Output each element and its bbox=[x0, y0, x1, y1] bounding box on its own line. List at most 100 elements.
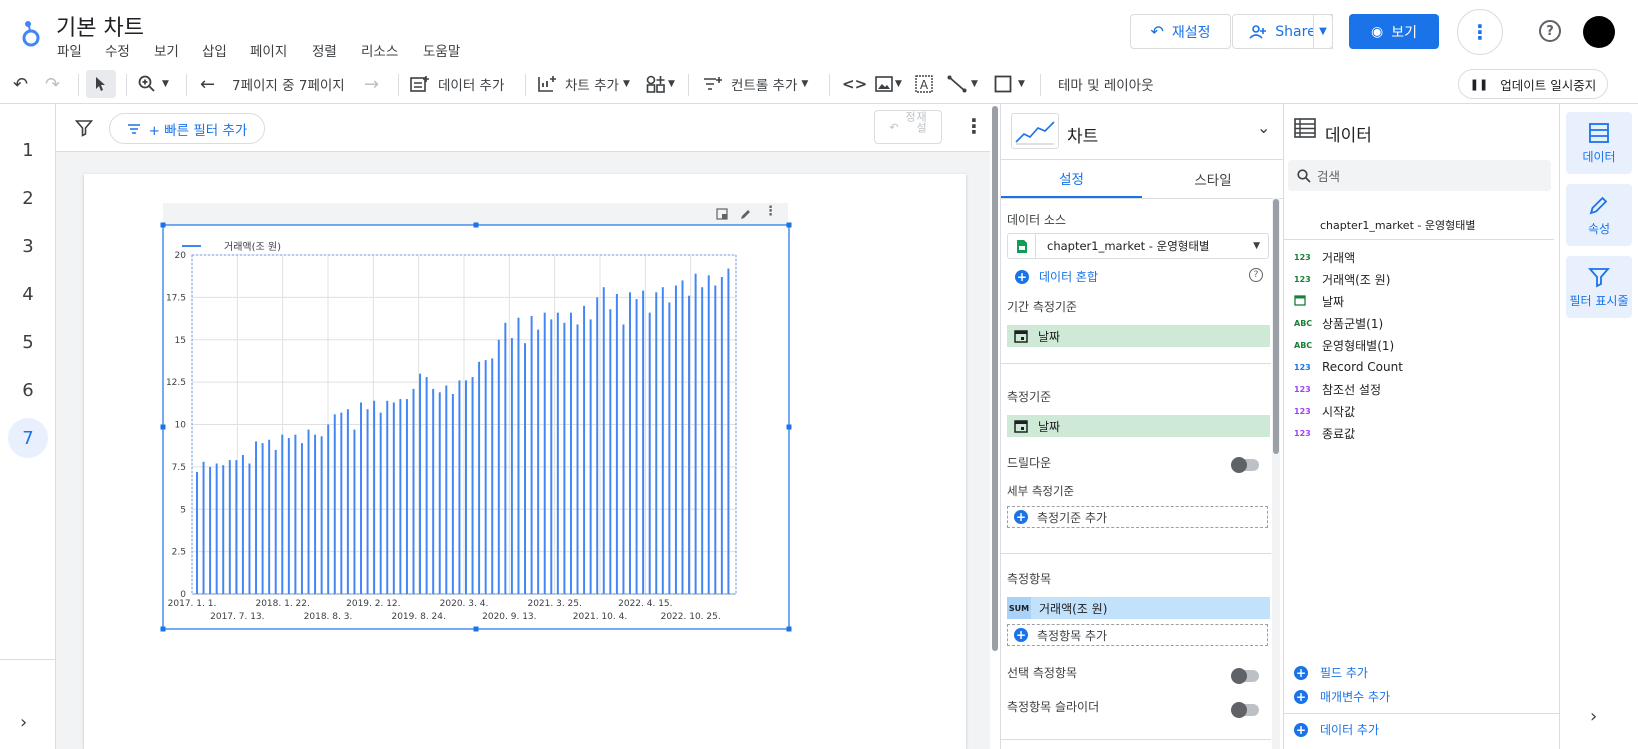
bar[interactable] bbox=[635, 299, 638, 594]
bar[interactable] bbox=[235, 460, 238, 594]
rail-filter-bar-button[interactable]: 필터 표시줄 bbox=[1566, 256, 1632, 318]
bar[interactable] bbox=[360, 402, 362, 594]
metric-aggregation[interactable]: SUM bbox=[1007, 597, 1031, 619]
data-field-item[interactable]: 123 거래액(조 원) bbox=[1294, 269, 1390, 289]
bar[interactable] bbox=[694, 273, 697, 594]
bar[interactable] bbox=[629, 292, 631, 594]
datasource-select[interactable]: chapter1_market - 운영형태별 ▼ bbox=[1007, 233, 1269, 259]
bar[interactable] bbox=[602, 287, 605, 594]
drilldown-toggle[interactable] bbox=[1231, 457, 1259, 473]
report-title[interactable]: 기본 차트 bbox=[56, 10, 144, 42]
add-metric-button[interactable]: + 측정항목 추가 bbox=[1007, 624, 1268, 646]
bar[interactable] bbox=[465, 380, 467, 594]
bar[interactable] bbox=[661, 287, 664, 594]
bar[interactable] bbox=[215, 463, 218, 594]
undo-icon[interactable]: ↶ bbox=[13, 64, 28, 104]
shape-icon[interactable]: ▼ bbox=[994, 64, 1025, 104]
view-button[interactable]: ◉ 보기 bbox=[1349, 14, 1439, 49]
bar[interactable] bbox=[340, 412, 343, 594]
bar[interactable] bbox=[530, 316, 533, 594]
bar[interactable] bbox=[379, 412, 382, 594]
canvas-scrollbar[interactable] bbox=[992, 106, 998, 651]
bar[interactable] bbox=[537, 329, 540, 594]
filter-icon[interactable] bbox=[75, 119, 93, 137]
menu-view[interactable]: 보기 bbox=[154, 40, 179, 60]
chart-more-icon[interactable]: ⋮ bbox=[764, 204, 777, 219]
bar[interactable] bbox=[248, 463, 251, 594]
bar[interactable] bbox=[425, 377, 428, 594]
bar[interactable] bbox=[209, 466, 212, 594]
add-component-icon[interactable]: ▼ bbox=[646, 64, 675, 104]
data-field-item[interactable]: 123 거래액 bbox=[1294, 247, 1355, 267]
avatar[interactable] bbox=[1583, 16, 1615, 48]
dimension-chip[interactable]: 날짜 bbox=[1007, 415, 1270, 437]
reset-button[interactable]: ↶ 재설정 bbox=[1130, 14, 1231, 49]
bar[interactable] bbox=[648, 312, 651, 594]
props-scrollbar[interactable] bbox=[1273, 199, 1279, 454]
bar[interactable] bbox=[386, 400, 389, 594]
page-1-button[interactable]: 1 bbox=[8, 130, 48, 170]
bar[interactable] bbox=[274, 449, 277, 594]
previous-page-icon[interactable]: ← bbox=[200, 64, 215, 104]
bar[interactable] bbox=[451, 393, 454, 594]
bar[interactable] bbox=[524, 343, 527, 594]
bar[interactable] bbox=[576, 324, 579, 594]
resize-handle[interactable] bbox=[786, 222, 792, 228]
time-series-chart[interactable]: 거래액(조 원) 02.557.51012.51517.520 2017. 1.… bbox=[160, 222, 792, 632]
page-4-button[interactable]: 4 bbox=[8, 274, 48, 314]
data-field-item[interactable]: 날짜 bbox=[1294, 291, 1344, 311]
menu-file[interactable]: 파일 bbox=[57, 40, 82, 60]
bar[interactable] bbox=[432, 388, 435, 594]
bar[interactable] bbox=[550, 319, 553, 594]
blend-data-button[interactable]: + 데이터 혼합 bbox=[1015, 268, 1098, 285]
bar[interactable] bbox=[707, 275, 710, 594]
bar[interactable] bbox=[491, 358, 494, 594]
bar[interactable] bbox=[405, 399, 408, 594]
data-field-item[interactable]: 123 종료값 bbox=[1294, 423, 1355, 443]
expand-chart-icon[interactable] bbox=[716, 208, 728, 220]
bar[interactable] bbox=[674, 285, 677, 594]
add-data-source-button[interactable]: + 데이터 추가 bbox=[1294, 721, 1379, 738]
theme-layout-button[interactable]: 테마 및 레이아웃 bbox=[1058, 64, 1154, 104]
text-box-icon[interactable]: A bbox=[915, 64, 933, 104]
bar[interactable] bbox=[307, 429, 310, 594]
bar[interactable] bbox=[392, 402, 395, 594]
add-control-button[interactable]: 컨트롤 추가 ▼ bbox=[703, 64, 808, 104]
help-icon[interactable]: ? bbox=[1249, 268, 1263, 282]
add-parameter-button[interactable]: + 매개변수 추가 bbox=[1294, 688, 1390, 705]
bar[interactable] bbox=[609, 309, 612, 594]
bar[interactable] bbox=[241, 455, 244, 594]
add-data-button[interactable]: 데이터 추가 bbox=[410, 64, 504, 104]
tab-style[interactable]: 스타일 bbox=[1142, 160, 1284, 198]
page-3-button[interactable]: 3 bbox=[8, 226, 48, 266]
bar[interactable] bbox=[438, 392, 441, 594]
bar[interactable] bbox=[504, 322, 507, 594]
metric-chip[interactable]: SUM 거래액(조 원) bbox=[1007, 597, 1270, 619]
optional-metrics-toggle[interactable] bbox=[1231, 668, 1259, 684]
bar[interactable] bbox=[419, 373, 422, 594]
bar[interactable] bbox=[701, 287, 704, 594]
metric-slider-toggle[interactable] bbox=[1231, 702, 1259, 718]
looker-studio-logo-icon[interactable] bbox=[20, 18, 42, 48]
chevron-down-icon[interactable]: ⌄ bbox=[1257, 118, 1270, 137]
bar[interactable] bbox=[688, 295, 691, 594]
bar[interactable] bbox=[484, 360, 487, 594]
more-options-icon[interactable]: ⋮ bbox=[1457, 9, 1503, 55]
bar[interactable] bbox=[478, 361, 481, 594]
bar[interactable] bbox=[563, 322, 566, 594]
bar[interactable] bbox=[681, 280, 684, 594]
bar[interactable] bbox=[445, 385, 448, 594]
bar[interactable] bbox=[517, 317, 520, 594]
data-field-item[interactable]: 123 Record Count bbox=[1294, 357, 1403, 377]
bar[interactable] bbox=[399, 399, 402, 594]
rail-properties-button[interactable]: 속성 bbox=[1566, 184, 1632, 246]
bar[interactable] bbox=[268, 439, 271, 594]
add-field-button[interactable]: + 필드 추가 bbox=[1294, 664, 1368, 681]
next-page-icon[interactable]: → bbox=[364, 64, 379, 104]
bar[interactable] bbox=[202, 461, 205, 594]
bar[interactable] bbox=[668, 302, 671, 594]
bar[interactable] bbox=[333, 414, 336, 594]
edit-pencil-icon[interactable] bbox=[739, 207, 753, 221]
bar[interactable] bbox=[320, 436, 323, 594]
resize-handle[interactable] bbox=[786, 424, 792, 430]
